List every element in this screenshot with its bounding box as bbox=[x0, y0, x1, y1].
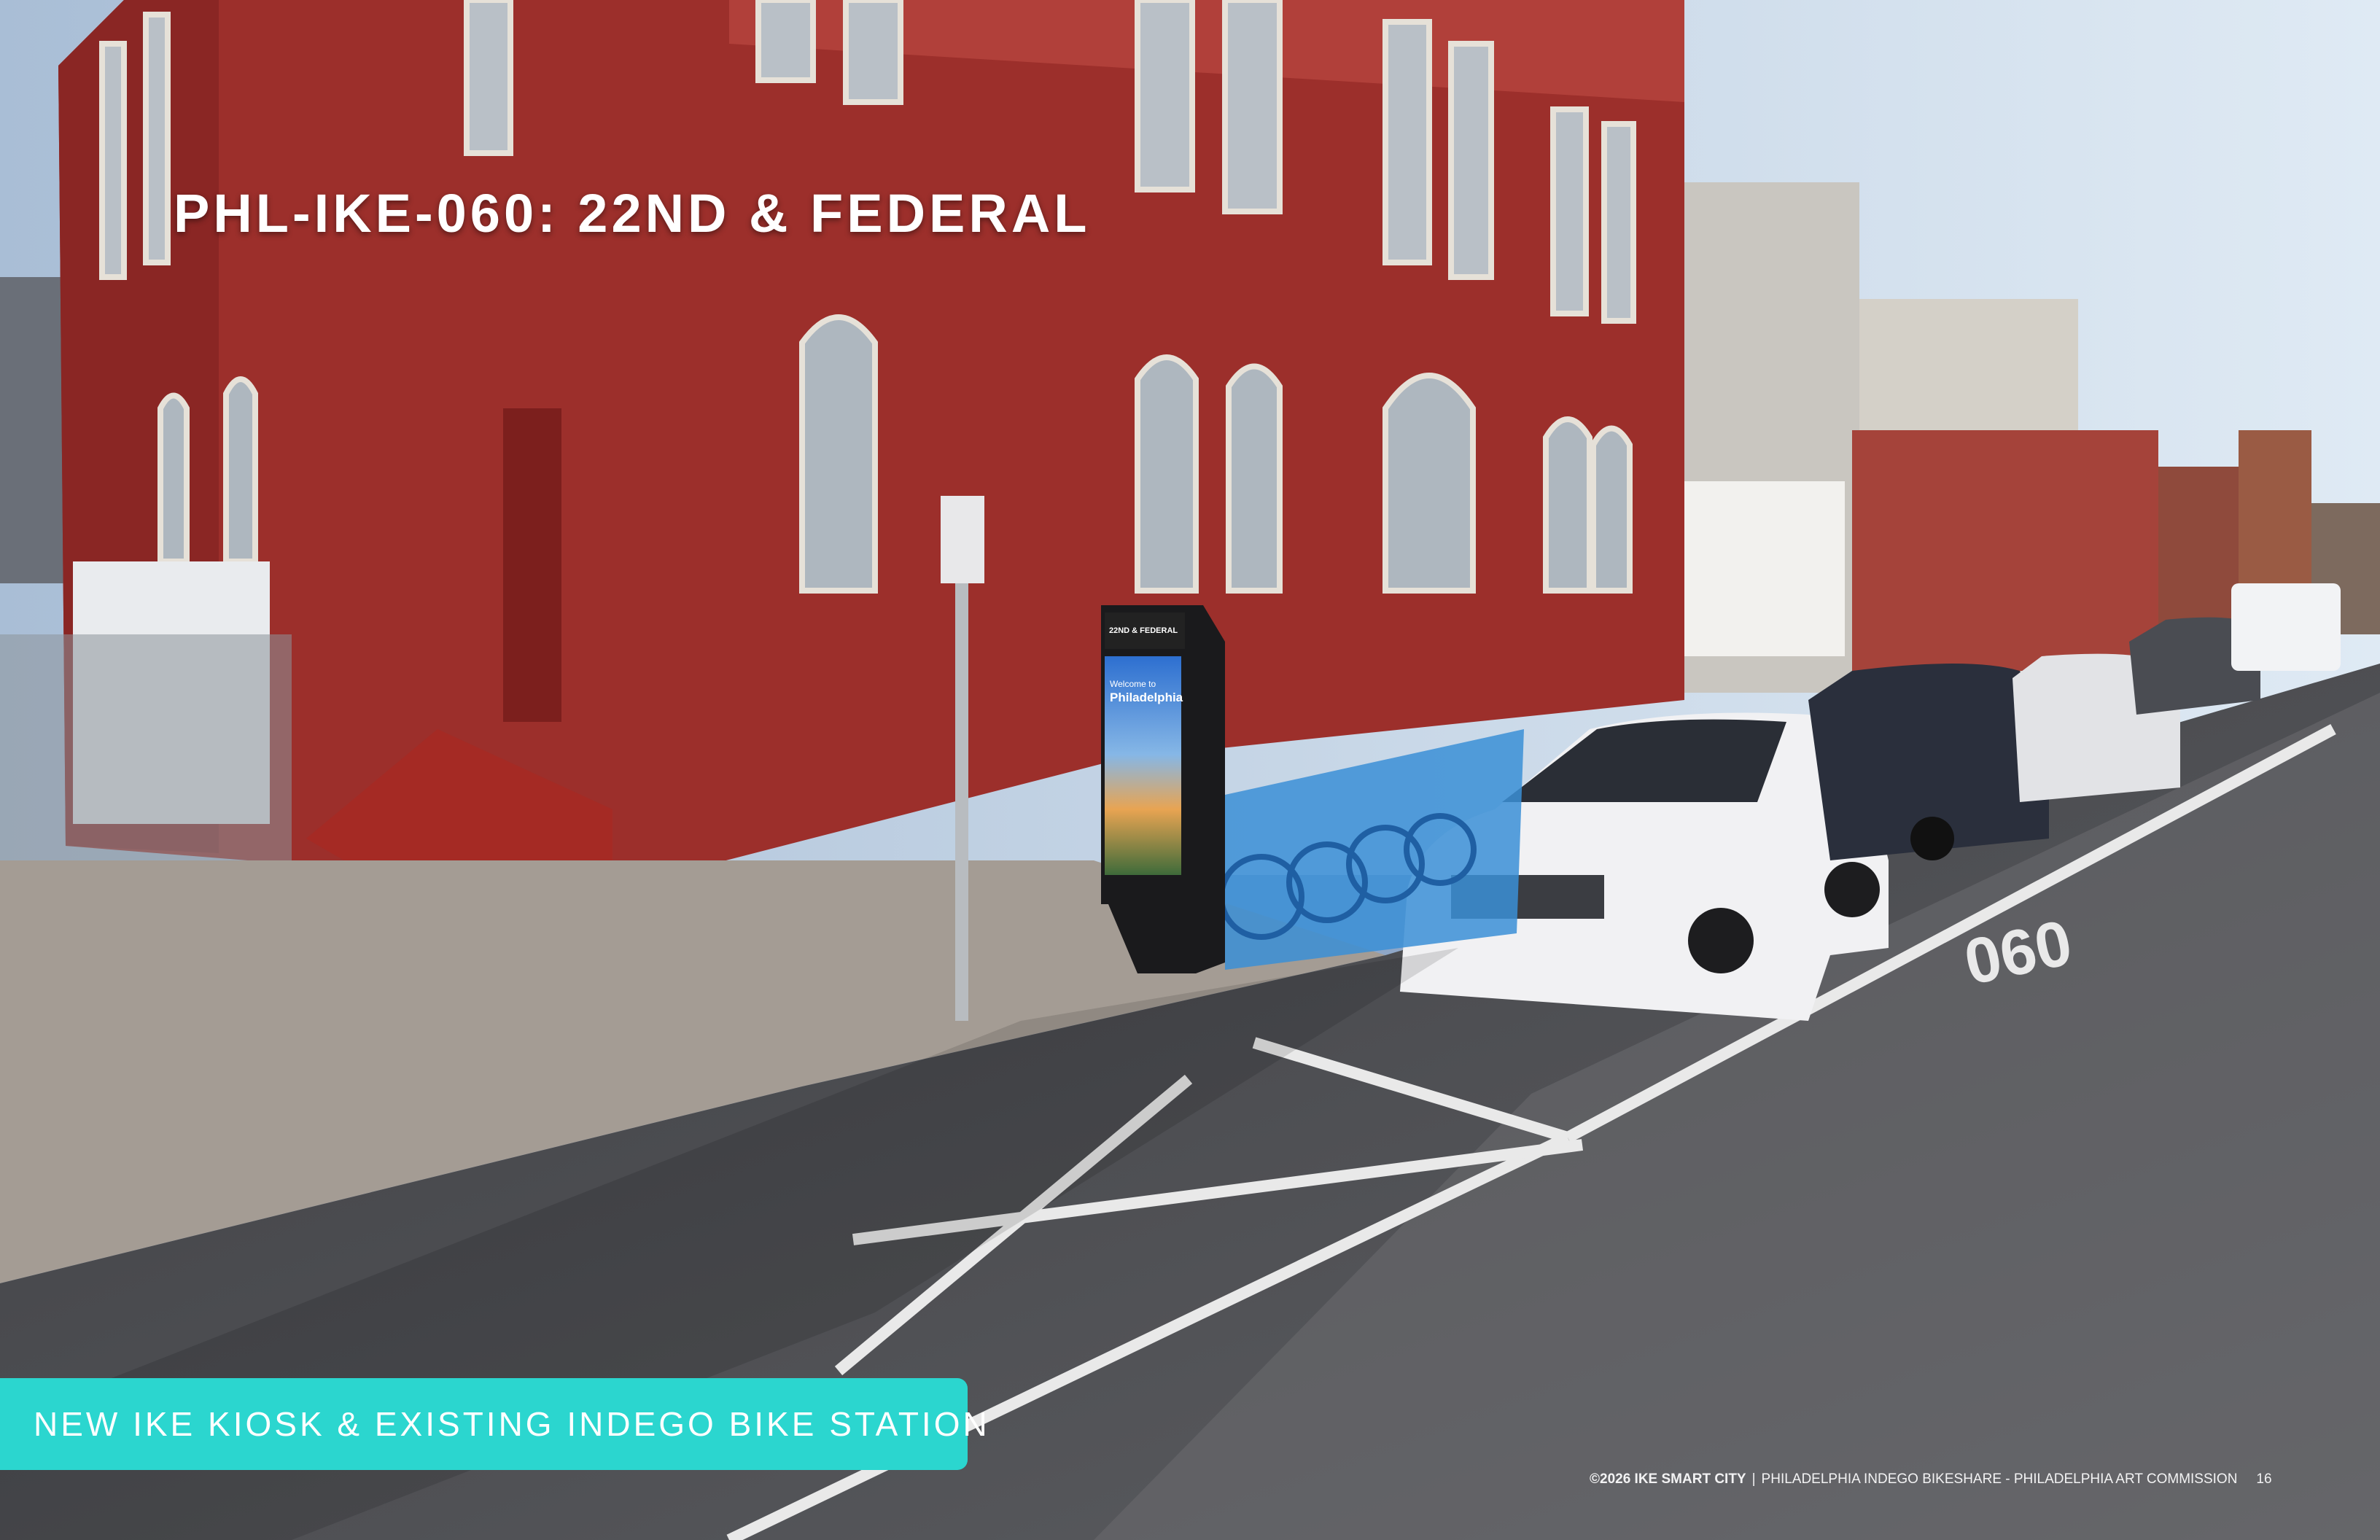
distant-rowhouse bbox=[1852, 430, 2158, 671]
kiosk-screen-title: Philadelphia bbox=[1110, 691, 1183, 704]
ike-kiosk bbox=[1101, 605, 1225, 973]
parking-sign bbox=[941, 496, 984, 583]
fence bbox=[0, 634, 292, 868]
sign-pole bbox=[955, 554, 968, 1021]
footer-project: PHILADELPHIA INDEGO BIKESHARE - PHILADEL… bbox=[1761, 1471, 2238, 1487]
white-van bbox=[2231, 583, 2341, 671]
parked-car-dark bbox=[1808, 664, 2049, 860]
slide-title: PHL-IKE-060: 22ND & FEDERAL bbox=[174, 183, 1091, 244]
footer-separator: | bbox=[1751, 1471, 1756, 1487]
footer: ©2026 IKE SMART CITY | PHILADELPHIA INDEGO… bbox=[1590, 1471, 2272, 1488]
door bbox=[503, 408, 561, 722]
page-number: 16 bbox=[2256, 1471, 2272, 1487]
footer-copyright: ©2026 IKE SMART CITY bbox=[1590, 1471, 1746, 1487]
caption-banner: NEW IKE KIOSK & EXISTING INDEGO BIKE STA… bbox=[0, 1378, 987, 1470]
kiosk-screen-heading: Welcome to bbox=[1110, 679, 1156, 689]
kiosk-location-label: 22ND & FEDERAL bbox=[1109, 626, 1178, 635]
caption-text: NEW IKE KIOSK & EXISTING INDEGO BIKE STA… bbox=[34, 1405, 990, 1443]
